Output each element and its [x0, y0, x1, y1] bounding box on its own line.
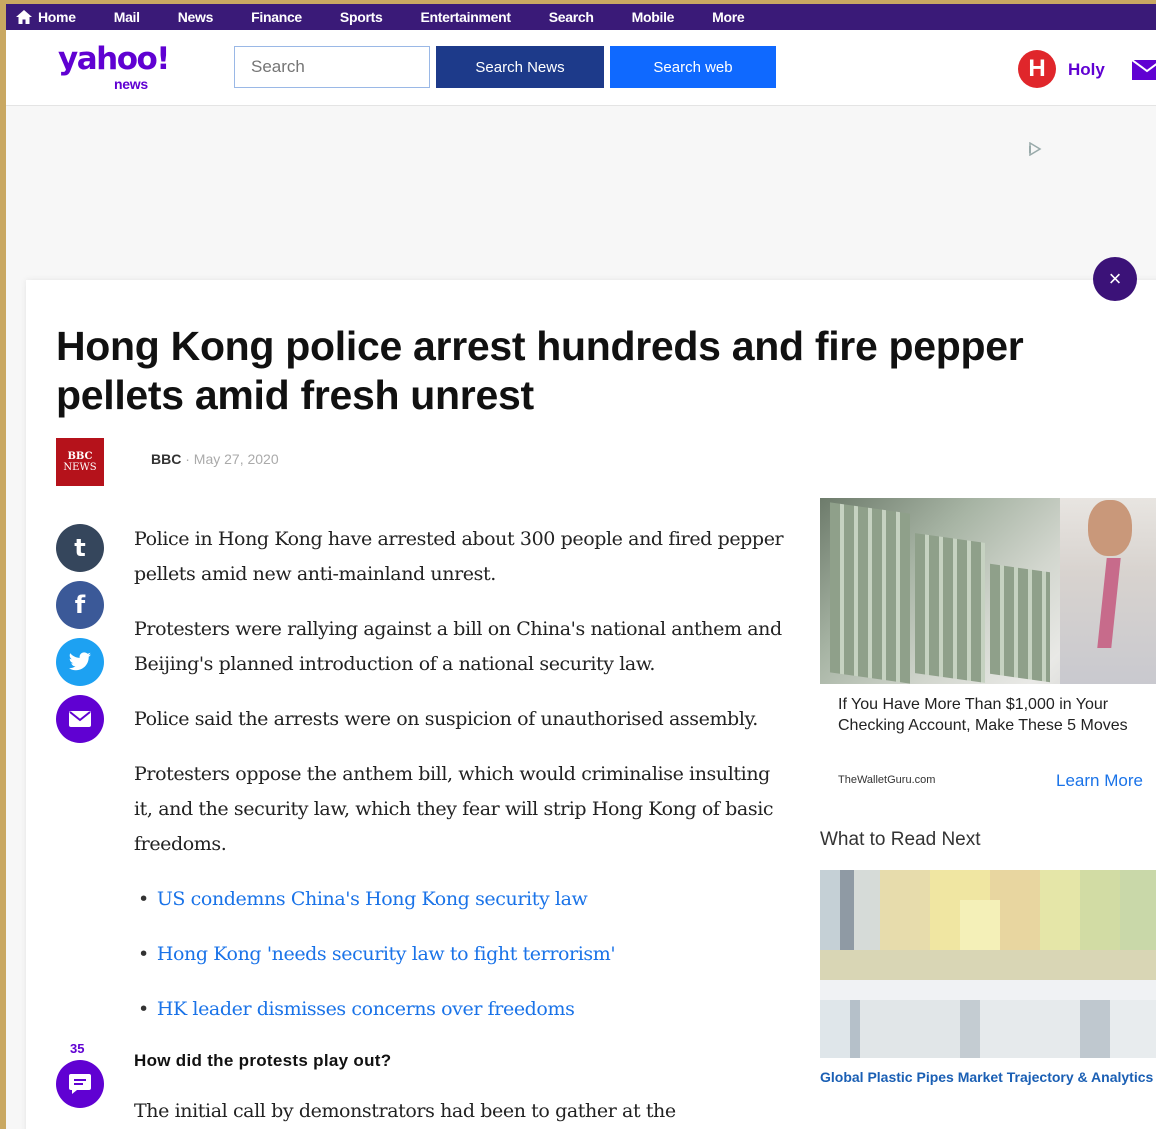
search-news-button[interactable]: Search News: [436, 46, 604, 88]
search-web-button[interactable]: Search web: [610, 46, 776, 88]
nav-sports[interactable]: Sports: [340, 9, 383, 25]
byline-date: May 27, 2020: [193, 451, 279, 467]
site-header: yahoo! news Search News Search web H Hol…: [6, 30, 1156, 106]
avatar[interactable]: H: [1018, 50, 1056, 88]
browser-page: Home Mail News Finance Sports Entertainm…: [6, 4, 1156, 1129]
section-heading: How did the protests play out?: [134, 1051, 392, 1070]
byline-source[interactable]: BBC: [151, 451, 181, 467]
yahoo-logo[interactable]: yahoo!: [58, 44, 170, 75]
twitter-icon: [69, 652, 91, 671]
read-next-image[interactable]: [820, 870, 1156, 1058]
ad-choices-icon[interactable]: [1028, 142, 1042, 156]
source-logo-top: BBC: [67, 451, 93, 462]
article-body: Police in Hong Kong have arrested about …: [134, 522, 794, 1129]
nav-finance[interactable]: Finance: [251, 9, 302, 25]
nav-more[interactable]: More: [712, 9, 745, 25]
nav-entertainment[interactable]: Entertainment: [420, 9, 511, 25]
source-logo-bottom: NEWS: [63, 462, 97, 473]
learn-more-link[interactable]: Learn More: [1056, 771, 1143, 791]
read-next-heading: What to Read Next: [820, 829, 981, 850]
ad-source: TheWalletGuru.com: [838, 774, 936, 786]
byline: BBC · May 27, 2020: [151, 451, 279, 467]
comment-icon: [69, 1074, 91, 1094]
comments-button[interactable]: [56, 1060, 104, 1108]
source-logo[interactable]: BBC NEWS: [56, 438, 104, 486]
nav-search[interactable]: Search: [549, 9, 594, 25]
nav-mobile[interactable]: Mobile: [632, 9, 675, 25]
paragraph: Police in Hong Kong have arrested about …: [134, 528, 784, 585]
search-input[interactable]: [234, 46, 430, 88]
nav-home-label: Home: [38, 9, 76, 25]
article-title: Hong Kong police arrest hundreds and fir…: [56, 323, 1024, 418]
share-facebook-button[interactable]: f: [56, 581, 104, 629]
read-next-caption[interactable]: Global Plastic Pipes Market Trajectory &…: [820, 1067, 1156, 1087]
share-twitter-button[interactable]: [56, 638, 104, 686]
home-icon: [16, 10, 32, 24]
share-tumblr-button[interactable]: t: [56, 524, 104, 572]
yahoo-logo-news: news: [114, 76, 148, 92]
share-email-button[interactable]: [56, 695, 104, 743]
ad-headline[interactable]: If You Have More Than $1,000 in Your Che…: [838, 694, 1154, 736]
top-nav-bar: Home Mail News Finance Sports Entertainm…: [6, 4, 1156, 30]
related-link[interactable]: Hong Kong 'needs security law to fight t…: [134, 937, 794, 972]
ad-image[interactable]: [820, 498, 1156, 684]
related-link[interactable]: US condemns China's Hong Kong security l…: [134, 882, 794, 917]
nav-news[interactable]: News: [178, 9, 214, 25]
paragraph: Protesters oppose the anthem bill, which…: [134, 763, 774, 855]
username[interactable]: Holy: [1068, 60, 1105, 80]
facebook-icon: f: [74, 591, 86, 619]
nav-home[interactable]: Home: [16, 9, 76, 25]
mail-icon[interactable]: [1132, 60, 1156, 80]
tumblr-icon: t: [74, 534, 86, 562]
related-link[interactable]: HK leader dismisses concerns over freedo…: [134, 992, 794, 1027]
paragraph: Police said the arrests were on suspicio…: [134, 708, 758, 730]
related-links: US condemns China's Hong Kong security l…: [134, 882, 794, 1027]
email-icon: [69, 711, 91, 727]
close-button[interactable]: ×: [1093, 257, 1137, 301]
nav-mail[interactable]: Mail: [114, 9, 140, 25]
paragraph: The initial call by demonstrators had be…: [134, 1100, 676, 1122]
paragraph: Protesters were rallying against a bill …: [134, 618, 782, 675]
comment-count: 35: [70, 1041, 85, 1056]
